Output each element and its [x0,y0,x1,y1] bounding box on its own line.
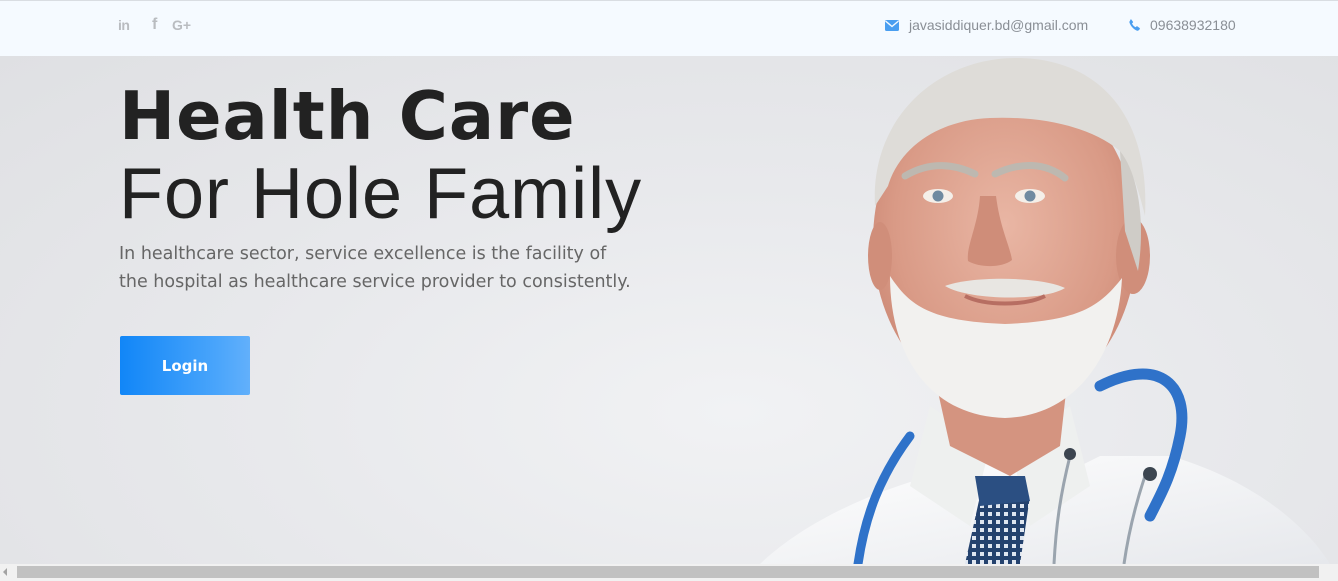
social-links: in f G+ [118,16,198,34]
facebook-icon[interactable]: f [152,16,172,34]
description-line: the hospital as healthcare service provi… [119,272,631,292]
hero-section: Health Care For Hole Family In healthcar… [0,56,1338,564]
scroll-left-arrow-icon[interactable] [3,568,7,576]
phone-icon [1129,19,1140,31]
contact-email[interactable]: javasiddiquer.bd@gmail.com [885,17,1088,33]
doctor-photo [760,57,1330,564]
description-line: In healthcare sector, service excellence… [119,244,607,264]
horizontal-scrollbar[interactable] [0,564,1338,581]
top-bar: in f G+ javasiddiquer.bd@gmail.com 09638… [0,0,1338,56]
hero-title: Health Care [119,77,576,155]
contact-phone[interactable]: 09638932180 [1129,17,1236,33]
hero-description: In healthcare sector, service excellence… [119,240,679,296]
login-button[interactable]: Login [120,336,250,395]
linkedin-icon[interactable]: in [118,16,152,34]
phone-number: 09638932180 [1150,17,1236,33]
hero-subtitle: For Hole Family [119,154,643,234]
google-plus-icon[interactable]: G+ [172,16,198,34]
scrollbar-thumb[interactable] [17,566,1319,578]
email-address: javasiddiquer.bd@gmail.com [909,17,1089,33]
envelope-icon [885,19,899,31]
